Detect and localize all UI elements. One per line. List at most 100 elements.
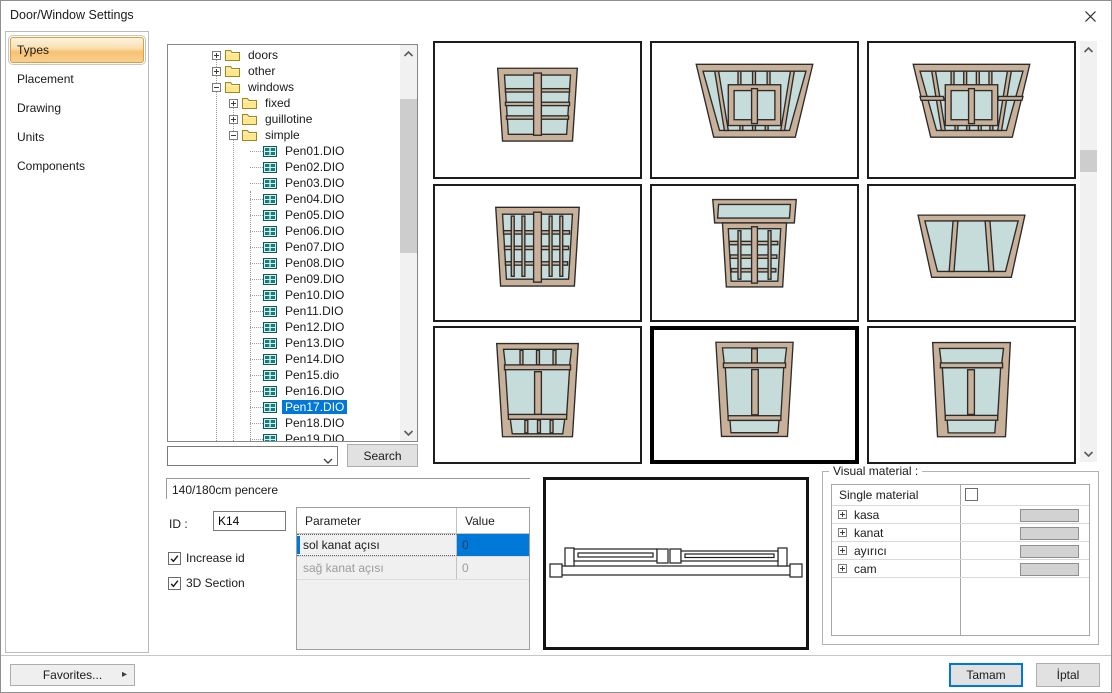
window-preview-cell[interactable] (650, 184, 859, 322)
tree-item[interactable]: fixed (168, 95, 400, 111)
tree-item[interactable]: Pen16.DIO (168, 383, 400, 399)
folder-icon (225, 81, 240, 93)
sidebar-item-placement[interactable]: Placement (10, 66, 144, 92)
tree-item[interactable]: Pen17.DIO (168, 399, 400, 415)
favorites-button[interactable]: Favorites... ▸ (10, 664, 135, 686)
3d-section-checkbox[interactable]: 3D Section (168, 576, 245, 590)
tree-guide-line (250, 247, 263, 248)
expand-icon[interactable] (229, 115, 238, 124)
scroll-down-icon[interactable] (400, 424, 417, 441)
material-swatch-button[interactable] (1020, 527, 1079, 540)
expand-icon[interactable] (212, 51, 221, 60)
cancel-button[interactable]: İptal (1036, 663, 1100, 687)
window-preview-cell[interactable] (650, 41, 859, 179)
scrollbar-thumb[interactable] (1080, 150, 1097, 172)
checkbox-icon (168, 552, 181, 565)
window-preview-cell[interactable] (433, 184, 642, 322)
plan-preview-panel (543, 477, 809, 650)
search-button[interactable]: Search (347, 444, 418, 467)
window-preview-cell[interactable] (867, 326, 1076, 464)
parameter-value-cell[interactable]: 0 (457, 557, 529, 579)
tree-item[interactable]: Pen14.DIO (168, 351, 400, 367)
tree-item[interactable]: other (168, 63, 400, 79)
material-row[interactable]: kasa (832, 506, 1089, 524)
window-preview-cell[interactable] (433, 41, 642, 179)
tree-item[interactable]: guillotine (168, 111, 400, 127)
tree-item[interactable]: Pen05.DIO (168, 207, 400, 223)
search-input[interactable] (170, 448, 314, 466)
tree-guide-line (250, 375, 263, 376)
window-preview-cell[interactable] (867, 184, 1076, 322)
parameter-row[interactable]: sol kanat açısı 0 (297, 534, 529, 557)
window-preview-cell[interactable] (433, 326, 642, 464)
material-swatch-button[interactable] (1020, 545, 1079, 558)
window-preview-cell[interactable] (650, 326, 859, 464)
id-label: ID : (169, 517, 188, 531)
tree-item[interactable]: Pen07.DIO (168, 239, 400, 255)
chevron-down-icon[interactable] (323, 453, 333, 467)
id-field[interactable] (213, 511, 286, 531)
grid-scrollbar[interactable] (1080, 41, 1097, 462)
scroll-down-icon[interactable] (1080, 445, 1097, 462)
tree-guide-line (250, 439, 263, 440)
expand-icon[interactable] (838, 528, 847, 537)
expand-icon[interactable] (838, 546, 847, 555)
tree-item[interactable]: Pen01.DIO (168, 143, 400, 159)
tree-guide-line (250, 151, 263, 152)
sidebar-item-drawing[interactable]: Drawing (10, 95, 144, 121)
scroll-up-icon[interactable] (1080, 41, 1097, 58)
sidebar-item-units[interactable]: Units (10, 124, 144, 150)
single-material-row[interactable]: Single material (832, 485, 1089, 506)
tree-item[interactable]: windows (168, 79, 400, 95)
window-preview-image (654, 330, 855, 460)
sidebar-item-types[interactable]: Types (10, 37, 144, 63)
title-bar: Door/Window Settings (0, 0, 1112, 30)
material-row[interactable]: cam (832, 560, 1089, 578)
close-button[interactable] (1081, 7, 1099, 25)
tree-item[interactable]: Pen13.DIO (168, 335, 400, 351)
tree-guide-line (250, 359, 263, 360)
search-combobox[interactable] (167, 446, 338, 466)
tree-item[interactable]: Pen15.dio (168, 367, 400, 383)
tree-item[interactable]: Pen10.DIO (168, 287, 400, 303)
tree-item[interactable]: Pen04.DIO (168, 191, 400, 207)
scroll-up-icon[interactable] (400, 45, 417, 62)
window-file-icon (263, 242, 277, 253)
parameter-row[interactable]: sağ kanat açısı 0 (297, 557, 529, 580)
single-material-checkbox[interactable] (965, 488, 978, 501)
window-plan-drawing (546, 480, 806, 647)
parameter-value-cell[interactable]: 0 (457, 534, 529, 556)
increase-id-checkbox[interactable]: Increase id (168, 551, 245, 565)
material-row[interactable]: kanat (832, 524, 1089, 542)
tree-item[interactable]: Pen09.DIO (168, 271, 400, 287)
ok-button[interactable]: Tamam (949, 663, 1023, 687)
collapse-icon[interactable] (212, 83, 221, 92)
expand-icon[interactable] (838, 564, 847, 573)
tree-scrollbar[interactable] (400, 45, 417, 441)
scrollbar-thumb[interactable] (400, 99, 417, 253)
tree-item[interactable]: Pen12.DIO (168, 319, 400, 335)
tree-item[interactable]: Pen06.DIO (168, 223, 400, 239)
collapse-icon[interactable] (229, 131, 238, 140)
tree-guide-line (250, 279, 263, 280)
tree-item[interactable]: Pen18.DIO (168, 415, 400, 431)
material-swatch-button[interactable] (1020, 563, 1079, 576)
tree-item[interactable]: doors (168, 47, 400, 63)
material-row[interactable]: ayırıcı (832, 542, 1089, 560)
material-swatch-button[interactable] (1020, 509, 1079, 522)
tree-item[interactable]: Pen19.DIO (168, 431, 400, 441)
tree-guide-line (250, 183, 263, 184)
expand-icon[interactable] (838, 510, 847, 519)
expand-icon[interactable] (212, 67, 221, 76)
tree-item[interactable]: Pen03.DIO (168, 175, 400, 191)
window-file-icon (263, 162, 277, 173)
sidebar-item-components[interactable]: Components (10, 153, 144, 179)
window-file-icon (263, 178, 277, 189)
tree-item[interactable]: Pen02.DIO (168, 159, 400, 175)
window-preview-image (869, 328, 1074, 462)
tree-item[interactable]: simple (168, 127, 400, 143)
window-preview-cell[interactable] (867, 41, 1076, 179)
tree-item[interactable]: Pen08.DIO (168, 255, 400, 271)
tree-item[interactable]: Pen11.DIO (168, 303, 400, 319)
expand-icon[interactable] (229, 99, 238, 108)
